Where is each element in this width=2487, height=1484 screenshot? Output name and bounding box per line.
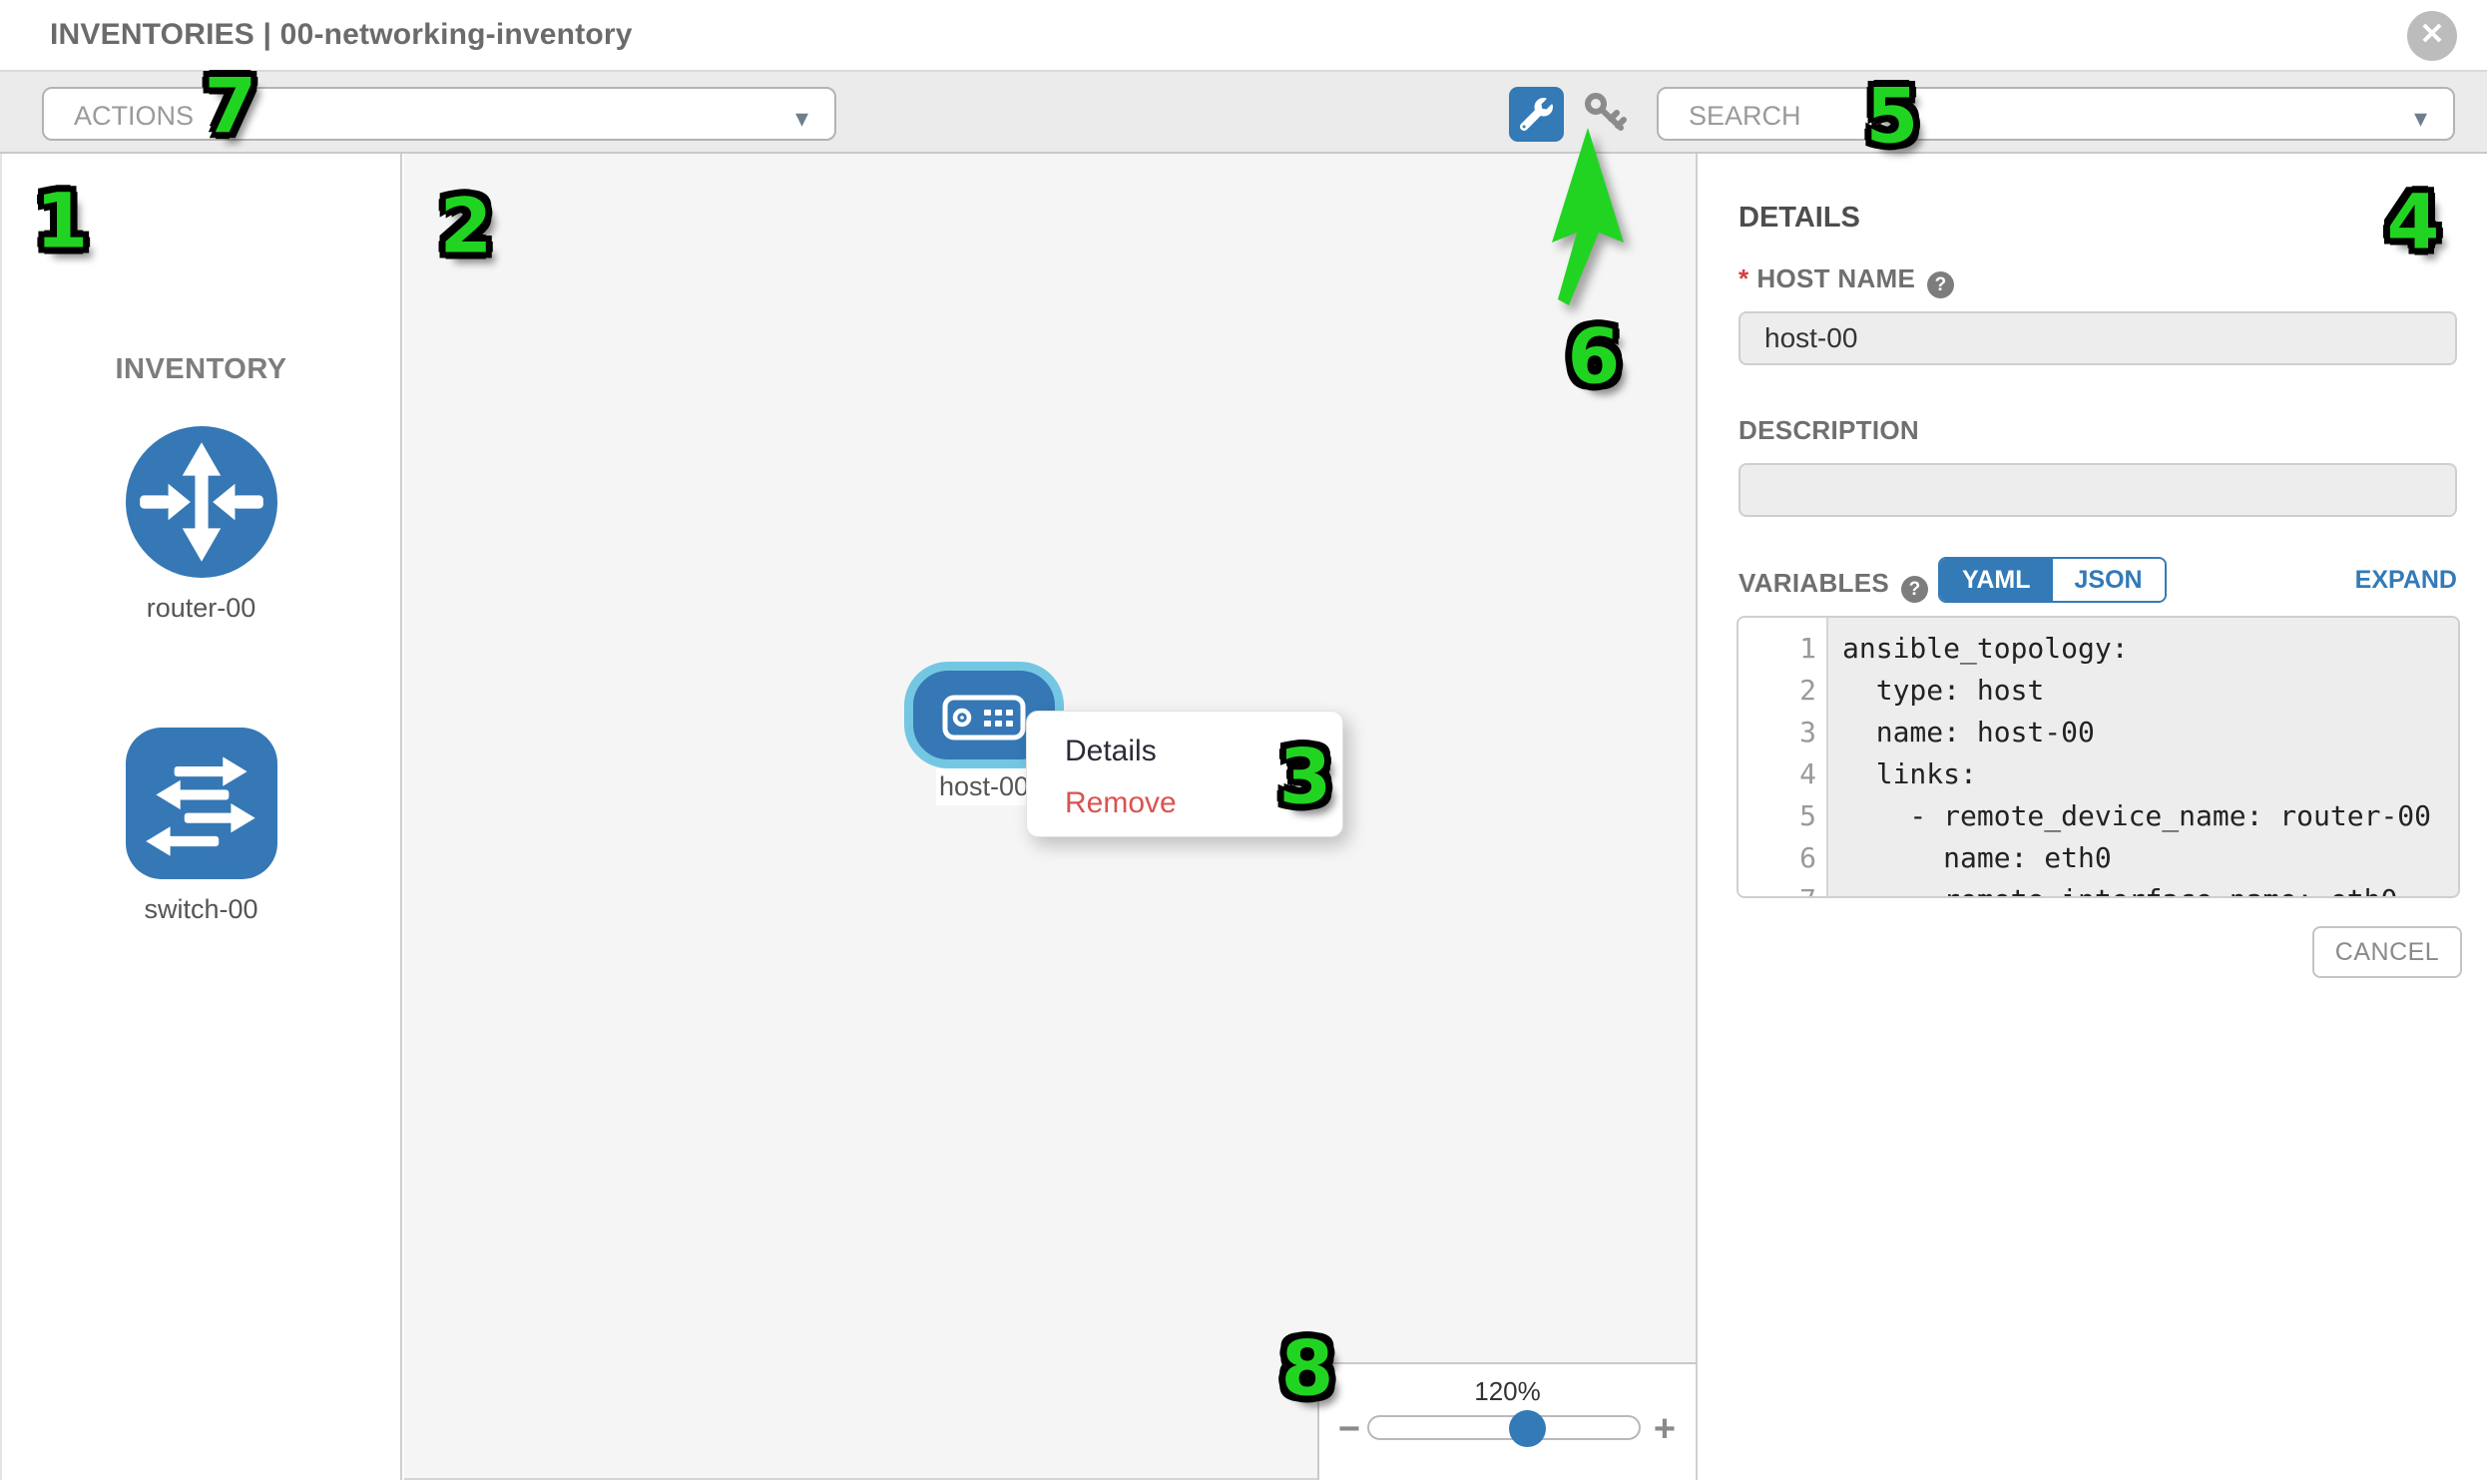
- expand-link[interactable]: EXPAND: [2355, 566, 2457, 595]
- close-icon[interactable]: ✕: [2407, 11, 2457, 61]
- host-node-label: host-00: [936, 768, 1032, 805]
- zoom-out-button[interactable]: −: [1331, 1408, 1367, 1451]
- switch-icon: [126, 728, 277, 879]
- key-credentials-button[interactable]: [1582, 88, 1628, 140]
- required-asterisk: *: [1739, 263, 1748, 293]
- zoom-slider-track[interactable]: [1367, 1415, 1641, 1440]
- variables-label: VARIABLES?: [1739, 568, 1928, 603]
- palette-device-router[interactable]: router-00: [2, 426, 400, 624]
- actions-dropdown-label: ACTIONS: [74, 101, 194, 132]
- zoom-level-value: 120%: [1319, 1376, 1696, 1407]
- code-line: 7 remote_interface_name: eth0: [1739, 879, 2460, 898]
- description-field[interactable]: [1739, 463, 2457, 517]
- context-menu: Details Remove: [1026, 711, 1343, 837]
- code-line: 1ansible_topology:: [1739, 628, 2460, 670]
- variables-format-toggle: YAML JSON: [1938, 557, 2167, 603]
- toolbar-tools-button[interactable]: [1509, 87, 1564, 142]
- key-icon: [1582, 127, 1628, 144]
- cancel-button[interactable]: CANCEL: [2312, 926, 2462, 978]
- chevron-down-icon: ▾: [795, 103, 808, 134]
- zoom-control-panel: 120% − +: [1317, 1362, 1696, 1480]
- variables-code-editor[interactable]: 1ansible_topology: 2 type: host 3 name: …: [1737, 616, 2460, 898]
- page-title: INVENTORIES | 00-networking-inventory: [50, 18, 633, 52]
- chevron-down-icon: ▾: [2414, 103, 2427, 134]
- zoom-slider-thumb[interactable]: [1509, 1410, 1546, 1447]
- inventory-topology-screen: INVENTORIES | 00-networking-inventory ✕ …: [0, 0, 2487, 1484]
- code-line: 5 - remote_device_name: router-00: [1739, 795, 2460, 837]
- zoom-in-button[interactable]: +: [1647, 1408, 1683, 1451]
- code-line: 4 links:: [1739, 753, 2460, 795]
- description-label: DESCRIPTION: [1739, 415, 1919, 446]
- device-label: switch-00: [2, 894, 400, 925]
- inventory-sidebar: INVENTORY router-00: [0, 154, 402, 1480]
- code-line: 2 type: host: [1739, 670, 2460, 712]
- search-input[interactable]: SEARCH: [1689, 101, 1801, 132]
- topology-canvas[interactable]: host-00 Details Remove 120% − +: [404, 154, 1698, 1480]
- toggle-yaml[interactable]: YAML: [1940, 559, 2053, 601]
- toolbar: ACTIONS ▾ SEARCH ▾: [0, 72, 2487, 154]
- header-bar: INVENTORIES | 00-networking-inventory ✕: [0, 0, 2487, 72]
- device-label: router-00: [2, 593, 400, 624]
- search-dropdown[interactable]: SEARCH ▾: [1657, 87, 2455, 141]
- actions-dropdown[interactable]: ACTIONS ▾: [42, 87, 836, 141]
- host-name-label: *HOST NAME?: [1739, 263, 1954, 298]
- sidebar-title: INVENTORY: [2, 353, 400, 386]
- palette-device-switch[interactable]: switch-00: [2, 728, 400, 925]
- help-icon[interactable]: ?: [1901, 576, 1928, 603]
- code-line: 6 name: eth0: [1739, 837, 2460, 879]
- toggle-json[interactable]: JSON: [2053, 559, 2165, 601]
- context-menu-item-remove[interactable]: Remove: [1027, 777, 1342, 829]
- help-icon[interactable]: ?: [1927, 271, 1954, 298]
- host-name-field[interactable]: host-00: [1739, 311, 2457, 365]
- details-panel: DETAILS *HOST NAME? host-00 DESCRIPTION …: [1700, 154, 2487, 1480]
- details-panel-title: DETAILS: [1739, 202, 1860, 235]
- context-menu-item-details[interactable]: Details: [1027, 726, 1342, 777]
- router-icon: [126, 426, 277, 578]
- code-line: 3 name: host-00: [1739, 712, 2460, 753]
